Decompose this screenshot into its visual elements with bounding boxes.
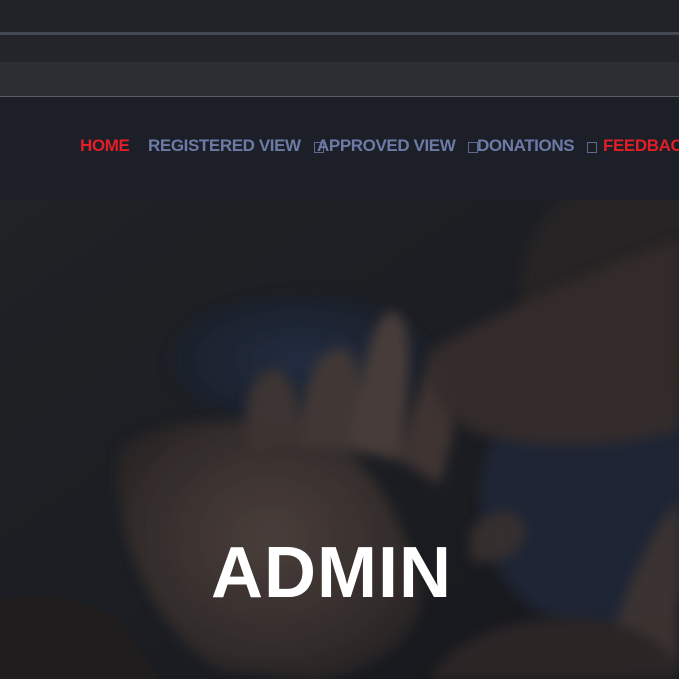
browser-address-bar[interactable] (0, 62, 679, 96)
nav-item-label: APPROVED VIEW (317, 136, 456, 155)
nav-item-label: REGISTERED VIEW (148, 136, 301, 155)
nav-item-label: HOME (80, 136, 130, 155)
nav-item-registered-view[interactable]: REGISTERED VIEW (148, 133, 324, 159)
page: HOME REGISTERED VIEW APPROVED VIEW DONAT… (0, 0, 679, 679)
nav-item-label: FEEDBACK (603, 136, 679, 155)
nav-item-feedback[interactable]: FEEDBACK (603, 133, 679, 159)
page-title: ADMIN (211, 533, 452, 614)
browser-toolbar (0, 35, 679, 62)
main-navigation: HOME REGISTERED VIEW APPROVED VIEW DONAT… (0, 97, 679, 200)
chevron-down-icon (587, 142, 598, 153)
browser-top-bar (0, 0, 679, 34)
nav-item-approved-view[interactable]: APPROVED VIEW (317, 133, 479, 159)
nav-item-label: DONATIONS (477, 136, 575, 155)
nav-item-donations[interactable]: DONATIONS (477, 133, 598, 159)
nav-item-home[interactable]: HOME (80, 133, 130, 159)
hero-banner: ADMIN (0, 200, 679, 679)
